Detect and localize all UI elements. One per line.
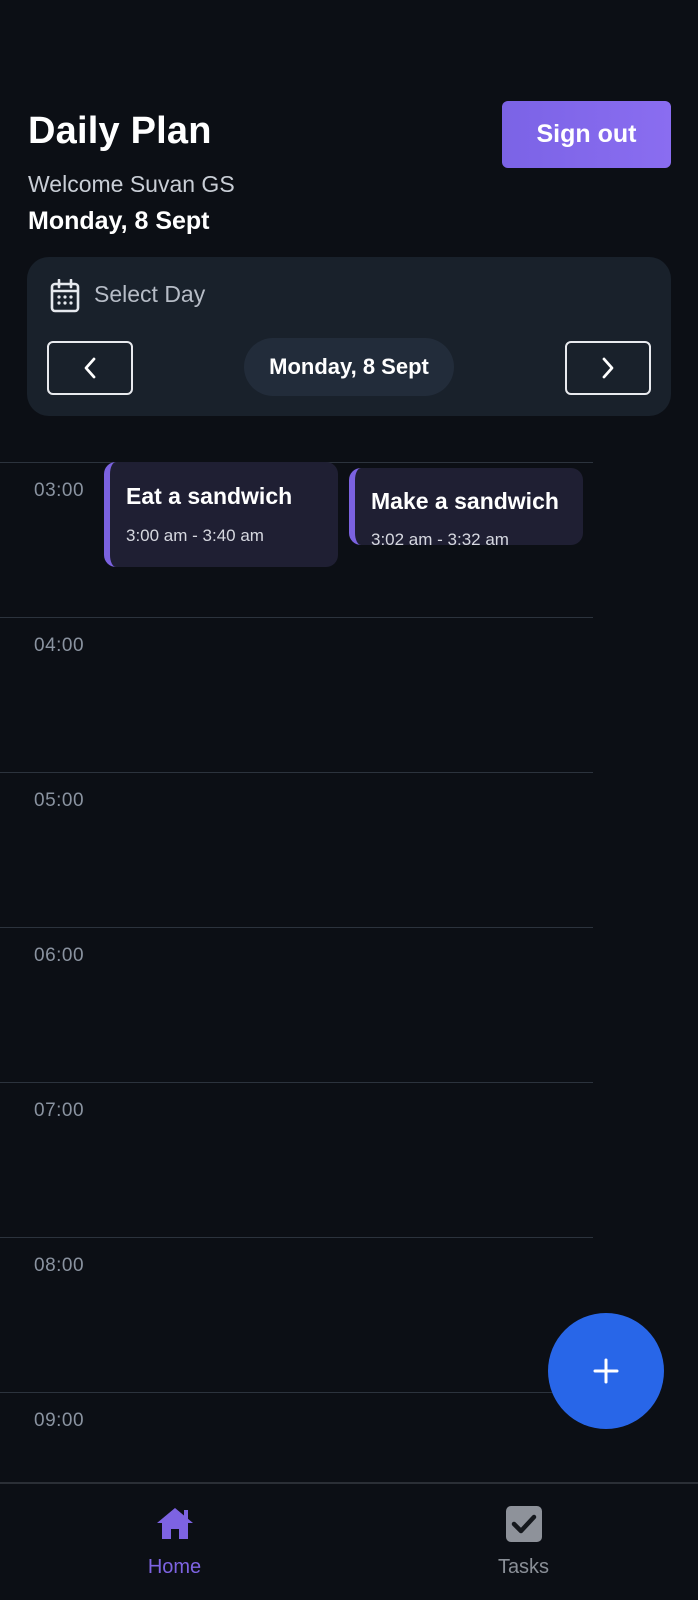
hour-divider (0, 927, 593, 928)
hour-label: 03:00 (34, 480, 85, 501)
event-title: Eat a sandwich (126, 483, 293, 509)
hour-label: 05:00 (34, 790, 85, 811)
event-card[interactable]: Eat a sandwich 3:00 am - 3:40 am (104, 462, 338, 567)
calendar-icon (50, 278, 80, 313)
hour-divider (0, 1392, 593, 1393)
bottom-navigation: Home Tasks (0, 1482, 698, 1600)
plus-icon (593, 1358, 619, 1384)
welcome-text: Welcome Suvan GS (28, 171, 235, 197)
hour-label: 04:00 (34, 635, 85, 656)
event-time: 3:02 am - 3:32 am (371, 530, 509, 545)
hour-divider (0, 1082, 593, 1083)
timeline[interactable]: 03:00 04:00 05:00 06:00 07:00 08:00 09:0… (0, 462, 593, 1482)
previous-day-button[interactable] (47, 341, 133, 395)
checkbox-icon (505, 1505, 543, 1548)
hour-divider (0, 617, 593, 618)
home-icon (155, 1505, 195, 1546)
page-title: Daily Plan (28, 110, 212, 152)
current-date: Monday, 8 Sept (28, 207, 210, 235)
hour-label: 06:00 (34, 945, 85, 966)
hour-label: 08:00 (34, 1255, 85, 1276)
select-day-label: Select Day (94, 281, 206, 307)
hour-divider (0, 772, 593, 773)
nav-item-tasks[interactable]: Tasks (349, 1484, 698, 1600)
hour-divider (0, 1237, 593, 1238)
chevron-left-icon (84, 357, 96, 379)
event-title: Make a sandwich (371, 488, 559, 514)
nav-label-tasks: Tasks (497, 1556, 550, 1578)
hour-label: 09:00 (34, 1410, 85, 1431)
event-card[interactable]: Make a sandwich 3:02 am - 3:32 am (349, 468, 583, 545)
day-selector-card: Select Day Monday, 8 Sept (27, 257, 671, 416)
nav-label-home: Home (147, 1556, 202, 1578)
sign-out-button[interactable]: Sign out (502, 101, 671, 168)
nav-item-home[interactable]: Home (0, 1484, 349, 1600)
daily-plan-screen: Daily Plan Welcome Suvan GS Monday, 8 Se… (0, 0, 698, 1600)
current-day-pill[interactable]: Monday, 8 Sept (244, 338, 454, 396)
next-day-button[interactable] (565, 341, 651, 395)
hour-label: 07:00 (34, 1100, 85, 1121)
event-time: 3:00 am - 3:40 am (126, 526, 264, 545)
add-task-button[interactable] (548, 1313, 664, 1429)
chevron-right-icon (602, 357, 614, 379)
